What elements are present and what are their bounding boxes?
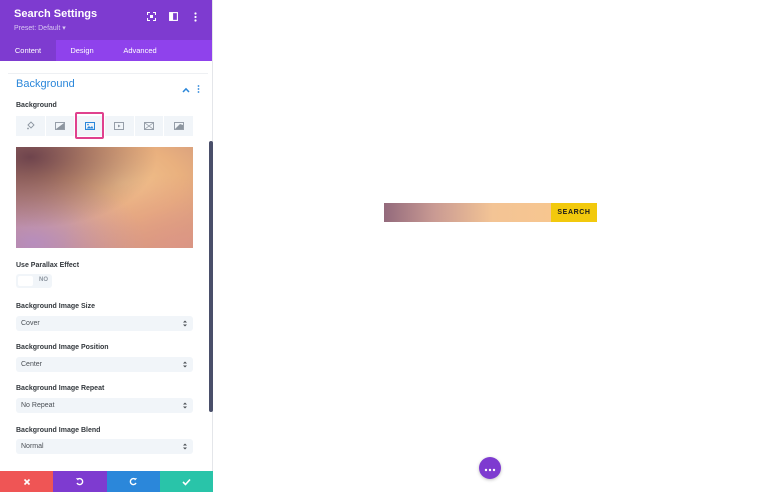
check-icon bbox=[182, 473, 191, 491]
expand-icon[interactable] bbox=[145, 10, 158, 23]
panel-header: Search Settings Preset: Default ▾ bbox=[0, 0, 212, 40]
mask-icon bbox=[173, 117, 184, 135]
search-button[interactable]: SEARCH bbox=[551, 203, 597, 222]
video-icon bbox=[114, 117, 125, 135]
background-label: Background bbox=[16, 102, 57, 109]
image-blend-value: Normal bbox=[21, 443, 44, 450]
bg-type-mask[interactable] bbox=[164, 116, 193, 136]
image-repeat-label: Background Image Repeat bbox=[16, 385, 105, 392]
bg-type-color[interactable] bbox=[16, 116, 46, 136]
tab-content[interactable]: Content bbox=[0, 40, 56, 61]
tab-advanced[interactable]: Advanced bbox=[108, 40, 172, 61]
collapse-chevron-icon[interactable] bbox=[182, 80, 190, 98]
redo-icon bbox=[129, 473, 138, 491]
selected-type-highlight bbox=[75, 112, 104, 139]
select-arrows-icon bbox=[183, 320, 187, 327]
select-arrows-icon bbox=[183, 443, 187, 450]
parallax-label: Use Parallax Effect bbox=[16, 262, 80, 269]
image-repeat-select[interactable]: No Repeat bbox=[16, 398, 193, 413]
background-image-preview[interactable] bbox=[16, 147, 193, 248]
preset-dropdown[interactable]: Preset: Default ▾ bbox=[14, 24, 66, 32]
toggle-value: NO bbox=[39, 277, 48, 283]
image-position-select[interactable]: Center bbox=[16, 357, 193, 372]
panel-tabs: Content Design Advanced bbox=[0, 40, 212, 61]
more-horizontal-icon bbox=[484, 459, 496, 477]
image-blend-label: Background Image Blend bbox=[16, 427, 101, 434]
page-settings-button[interactable] bbox=[479, 457, 501, 479]
panel-title: Search Settings bbox=[14, 8, 98, 20]
redo-button[interactable] bbox=[106, 471, 160, 492]
bg-type-gradient[interactable] bbox=[46, 116, 76, 136]
more-options-icon[interactable] bbox=[189, 10, 202, 23]
gradient-icon bbox=[55, 117, 65, 135]
save-button[interactable] bbox=[159, 471, 213, 492]
pattern-icon bbox=[144, 117, 154, 135]
image-size-value: Cover bbox=[21, 320, 40, 327]
background-type-tabs bbox=[16, 116, 193, 136]
parallax-toggle[interactable]: NO bbox=[16, 274, 52, 288]
settings-panel: Search Settings Preset: Default ▾ Conten… bbox=[0, 0, 213, 492]
sidebar-toggle-icon[interactable] bbox=[167, 10, 180, 23]
undo-icon bbox=[75, 473, 84, 491]
undo-button[interactable] bbox=[53, 471, 107, 492]
toggle-knob bbox=[18, 276, 33, 286]
panel-footer bbox=[0, 471, 213, 492]
image-repeat-value: No Repeat bbox=[21, 402, 55, 409]
select-arrows-icon bbox=[183, 402, 187, 409]
search-input[interactable] bbox=[384, 203, 551, 222]
panel-scrollbar[interactable] bbox=[209, 141, 213, 412]
panel-content: Background Background Use Parallax Effec… bbox=[0, 61, 208, 471]
image-blend-select[interactable]: Normal bbox=[16, 439, 193, 454]
bg-type-video[interactable] bbox=[105, 116, 135, 136]
section-title-background[interactable]: Background bbox=[16, 78, 75, 90]
section-divider bbox=[8, 73, 208, 74]
section-more-icon[interactable] bbox=[197, 80, 200, 98]
image-position-value: Center bbox=[21, 361, 43, 368]
image-size-select[interactable]: Cover bbox=[16, 316, 193, 331]
color-icon bbox=[26, 117, 35, 135]
image-position-label: Background Image Position bbox=[16, 344, 109, 351]
image-size-label: Background Image Size bbox=[16, 303, 95, 310]
select-arrows-icon bbox=[183, 361, 187, 368]
cancel-button[interactable] bbox=[0, 471, 54, 492]
close-icon bbox=[23, 473, 31, 491]
tab-design[interactable]: Design bbox=[56, 40, 108, 61]
search-module: SEARCH bbox=[384, 203, 597, 222]
bg-type-pattern[interactable] bbox=[135, 116, 165, 136]
